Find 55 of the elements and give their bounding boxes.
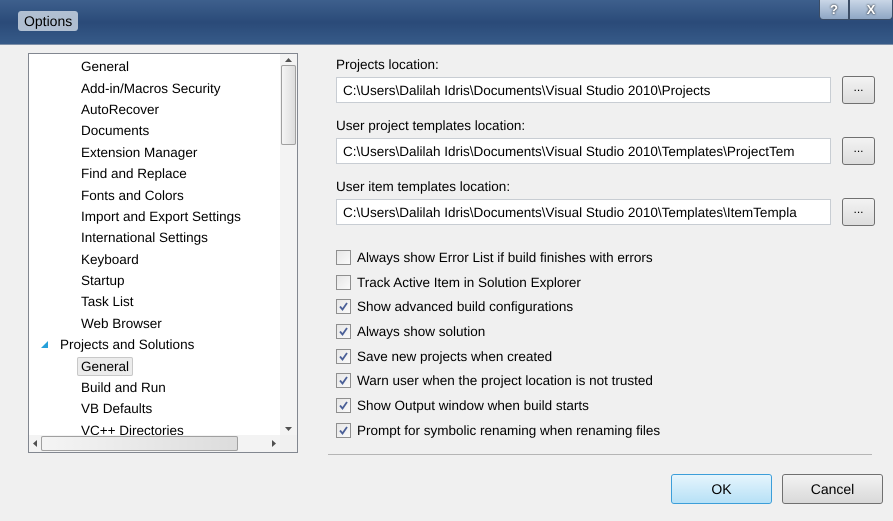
checkbox-label: Track Active Item in Solution Explorer — [357, 274, 581, 290]
checkbox-label: Prompt for symbolic renaming when renaming files — [357, 422, 660, 438]
tree-item[interactable]: VB Defaults — [77, 399, 156, 418]
scroll-right-icon[interactable] — [272, 440, 276, 447]
tree-item[interactable]: General — [77, 356, 134, 376]
field-label: User item templates location: — [336, 178, 512, 195]
tree-item[interactable]: Extension Manager — [77, 142, 202, 162]
checkbox-label: Show advanced build configurations — [357, 299, 574, 314]
tree-item[interactable]: Build and Run — [77, 378, 170, 398]
scroll-up-icon[interactable] — [285, 58, 292, 62]
tree-item[interactable]: Keyboard — [77, 250, 143, 269]
expanded-arrow-icon[interactable] — [41, 341, 48, 348]
scroll-left-icon[interactable] — [33, 440, 37, 447]
tree-item[interactable]: Projects and Solutions — [56, 335, 198, 354]
field-label: User project templates location: — [336, 117, 526, 134]
path-field[interactable]: C:\Users\Dalilah Idris\Documents\Visual Studio 2010\Templates\ItemTempla — [336, 199, 831, 225]
scroll-thumb[interactable] — [281, 65, 296, 145]
checkbox[interactable] — [336, 299, 351, 314]
browse-button[interactable]: ... — [842, 198, 875, 226]
tree-item[interactable]: Startup — [77, 271, 129, 290]
horizontal-scrollbar[interactable] — [29, 435, 280, 452]
scroll-thumb[interactable] — [41, 436, 238, 451]
cancel-button[interactable]: Cancel — [782, 474, 883, 504]
checkbox-label: Save new projects when created — [357, 348, 552, 364]
checkbox-label: Always show Error List if build finishes with errors — [357, 250, 653, 265]
window-title: Options — [18, 11, 78, 31]
tree-item[interactable]: Fonts and Colors — [77, 186, 188, 205]
checkbox[interactable] — [336, 274, 351, 290]
checkbox[interactable] — [336, 348, 351, 364]
checkbox[interactable] — [336, 422, 351, 438]
checkbox-label: Always show solution — [357, 324, 486, 339]
browse-button[interactable]: ... — [842, 137, 875, 165]
path-field[interactable]: C:\Users\Dalilah Idris\Documents\Visual Studio 2010\Projects — [336, 77, 831, 103]
scroll-down-icon[interactable] — [285, 427, 292, 431]
checkbox[interactable] — [336, 398, 351, 413]
tree-item[interactable]: Find and Replace — [77, 164, 191, 184]
tree-item[interactable]: AutoRecover — [77, 100, 164, 119]
tree-item[interactable]: Task List — [77, 292, 138, 312]
tree-item[interactable]: Import and Export Settings — [77, 206, 245, 226]
checkbox-label: Warn user when the project location is not trusted — [357, 373, 653, 388]
checkbox[interactable] — [336, 250, 351, 265]
tree-item[interactable]: Web Browser — [77, 314, 166, 333]
checkbox[interactable] — [336, 373, 351, 388]
browse-button[interactable]: ... — [842, 76, 875, 104]
checkbox[interactable] — [336, 324, 351, 339]
field-label: Projects location: — [336, 56, 440, 73]
tree-item[interactable]: General — [77, 57, 134, 76]
tree-item[interactable]: Add-in/Macros Security — [77, 78, 225, 98]
tree-item[interactable]: Documents — [77, 121, 154, 140]
vertical-scrollbar[interactable] — [280, 54, 297, 435]
tree-item[interactable]: International Settings — [77, 228, 212, 248]
checkbox-label: Show Output window when build starts — [357, 398, 589, 413]
ok-button[interactable]: OK — [671, 474, 772, 504]
path-field[interactable]: C:\Users\Dalilah Idris\Documents\Visual Studio 2010\Templates\ProjectTem — [336, 138, 831, 164]
tree-item[interactable]: VC++ Directories — [77, 420, 188, 435]
